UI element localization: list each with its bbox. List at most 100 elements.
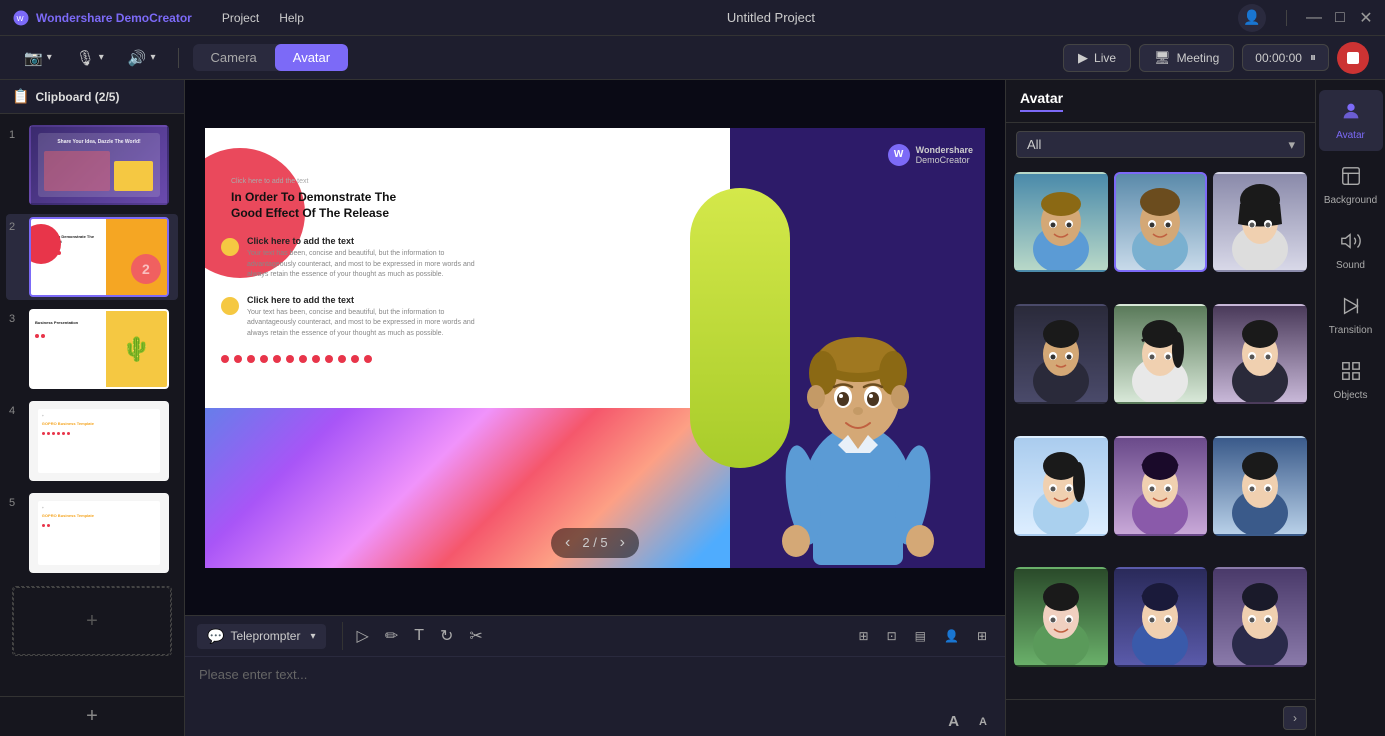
avatar-card-1[interactable] [1014, 172, 1108, 272]
slide-dots-row [221, 355, 618, 363]
slide-num-3: 3 [9, 313, 23, 325]
slide-thumb-2: In Order To Demonstrate The Good Effect … [29, 217, 169, 297]
avatar-filter-select[interactable]: All Male Female Cartoon [1016, 131, 1305, 158]
avatar-tab[interactable]: Avatar [275, 44, 348, 71]
app-logo: W Wondershare DemoCreator [12, 9, 192, 27]
meeting-icon: 🖥 [1154, 50, 1171, 66]
teleprompter-view-controls: ⊞ ⊡ ▤ 👤 ⊞ [853, 625, 993, 647]
avatar-card-5[interactable] [1114, 304, 1208, 404]
avatar-card-2[interactable] [1114, 172, 1208, 272]
minimize-btn[interactable]: — [1307, 11, 1321, 25]
slide-click-text: Click here to add the text [231, 178, 618, 185]
mic-icon: 🎙 [76, 49, 95, 67]
slide-text-2: Click here to add the text Your text has… [247, 295, 475, 340]
sidebar-item-sound[interactable]: Sound [1319, 220, 1383, 281]
center-content: Click here to add the text In Order To D… [185, 80, 1005, 736]
brand-name: Wondershare DemoCreator [36, 11, 192, 25]
menu-bar: Project Help [222, 11, 304, 25]
font-increase-btn[interactable]: A [942, 711, 965, 732]
view-btn-2[interactable]: ⊡ [881, 625, 903, 647]
avatar-filter-bar: All Male Female Cartoon [1006, 123, 1315, 166]
speaker-control-btn[interactable]: 🔊 ▾ [120, 44, 164, 72]
slides-panel: 📋 Clipboard (2/5) 1 Share Your Idea, Daz… [0, 80, 185, 736]
avatar-svg [758, 205, 958, 565]
mic-dropdown-icon: ▾ [99, 52, 104, 63]
user-account-btn[interactable]: 👤 [1238, 4, 1266, 32]
avatar-card-7[interactable] [1014, 436, 1108, 536]
mic-control-btn[interactable]: 🎙 ▾ [68, 44, 112, 72]
teleprompter-text-btn[interactable]: T [408, 623, 430, 649]
avatar-card-3[interactable] [1213, 172, 1307, 272]
objects-icon [1340, 360, 1362, 386]
live-icon: ▶ [1078, 50, 1088, 66]
view-btn-4[interactable]: 👤 [938, 625, 965, 647]
clipboard-icon: 📋 [12, 88, 29, 105]
sidebar-item-transition[interactable]: Transition [1319, 285, 1383, 346]
slides-list: 1 Share Your Idea, Dazzle The World! 2 [0, 114, 184, 696]
sidebar-item-avatar[interactable]: Avatar [1319, 90, 1383, 151]
font-decrease-btn[interactable]: A [973, 714, 993, 730]
slides-title: Clipboard (2/5) [35, 90, 119, 104]
avatar-card-9[interactable] [1213, 436, 1307, 536]
avatar-card-12[interactable] [1213, 567, 1307, 667]
prev-slide-btn[interactable]: ‹ [565, 534, 570, 552]
speaker-icon: 🔊 [128, 49, 147, 67]
live-btn[interactable]: ▶ Live [1063, 44, 1131, 72]
teleprompter-icon: 💬 [207, 628, 224, 645]
wondershare-overlay: W Wondershare DemoCreator [888, 144, 973, 166]
record-btn[interactable] [1337, 42, 1369, 74]
avatar-sidebar-label: Avatar [1336, 130, 1365, 141]
background-sidebar-label: Background [1324, 195, 1377, 206]
background-icon [1340, 165, 1362, 191]
toolbar-divider-1 [178, 48, 179, 68]
close-btn[interactable]: ✕ [1359, 11, 1373, 25]
teleprompter-pen-btn[interactable]: ✏ [379, 622, 404, 650]
teleprompter-repeat-btn[interactable]: ↻ [434, 622, 459, 650]
slide-item-2[interactable]: 2 In Order To Demonstrate The Good Effec… [6, 214, 178, 300]
camera-avatar-toggle: Camera Avatar [193, 44, 349, 71]
sidebar-item-background[interactable]: Background [1319, 155, 1383, 216]
slide-item-5[interactable]: 5 + GOPRO Business Template [6, 490, 178, 576]
add-slide-btn[interactable]: + [13, 587, 171, 655]
view-btn-1[interactable]: ⊞ [853, 625, 875, 647]
objects-sidebar-label: Objects [1334, 390, 1368, 401]
slide-item-3[interactable]: 3 Business Presentation 🌵 [6, 306, 178, 392]
avatar-card-10[interactable] [1014, 567, 1108, 667]
camera-tab[interactable]: Camera [193, 44, 275, 71]
maximize-btn[interactable]: □ [1333, 11, 1347, 25]
slide-title-area: Click here to add the text In Order To D… [221, 148, 618, 223]
teleprompter-toolbar: ▷ ✏ T ↻ ✂ [342, 622, 845, 650]
main-layout: 📋 Clipboard (2/5) 1 Share Your Idea, Daz… [0, 80, 1385, 736]
camera-icon: 📷 [24, 49, 43, 67]
teleprompter-scissors-btn[interactable]: ✂ [463, 622, 488, 650]
avatar-card-11[interactable] [1114, 567, 1208, 667]
bg-purple-area: W Wondershare DemoCreator [730, 128, 985, 568]
meeting-btn[interactable]: 🖥 Meeting [1139, 44, 1234, 72]
slide-item-4[interactable]: 4 + GOPRO Business Template [6, 398, 178, 484]
view-btn-5[interactable]: ⊞ [971, 625, 993, 647]
teleprompter-toggle[interactable]: 💬 Teleprompter ▾ [197, 624, 326, 649]
avatar-scroll-right-btn[interactable]: › [1283, 706, 1307, 730]
slide-item-1[interactable]: 1 Share Your Idea, Dazzle The World! [6, 122, 178, 208]
teleprompter-input[interactable]: Please enter text... [185, 657, 1005, 707]
avatar-card-6[interactable] [1213, 304, 1307, 404]
camera-control-btn[interactable]: 📷 ▾ [16, 44, 60, 72]
avatar-panel: Avatar All Male Female Cartoon [1005, 80, 1315, 736]
menu-help[interactable]: Help [279, 11, 304, 25]
view-btn-3[interactable]: ▤ [909, 625, 932, 647]
add-new-slide-btn[interactable]: + [86, 705, 98, 728]
speaker-dropdown-icon: ▾ [150, 52, 155, 63]
sidebar-item-objects[interactable]: Objects [1319, 350, 1383, 411]
ws-logo-icon: W [888, 144, 910, 166]
slide-thumb-3: Business Presentation 🌵 [29, 309, 169, 389]
window-title: Untitled Project [304, 10, 1238, 25]
avatar-filter-wrapper: All Male Female Cartoon [1016, 131, 1305, 158]
preview-nav: ‹ 2 / 5 › [551, 528, 639, 558]
menu-project[interactable]: Project [222, 11, 259, 25]
avatar-card-8[interactable] [1114, 436, 1208, 536]
next-slide-btn[interactable]: › [620, 534, 625, 552]
teleprompter-cursor-btn[interactable]: ▷ [351, 622, 375, 650]
slide-thumb-4: + GOPRO Business Template [29, 401, 169, 481]
slide-section2-body: Your text has been, concise and beautifu… [247, 308, 475, 340]
avatar-card-4[interactable] [1014, 304, 1108, 404]
